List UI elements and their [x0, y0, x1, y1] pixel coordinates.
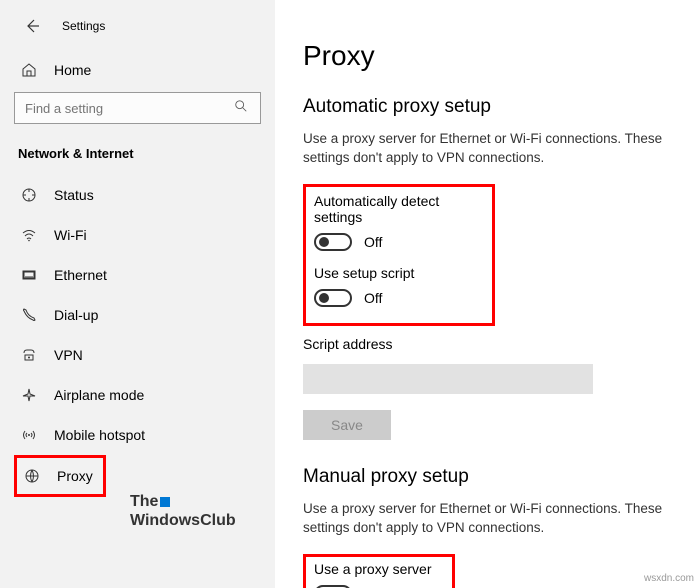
ethernet-icon	[20, 267, 38, 283]
wifi-icon	[20, 227, 38, 243]
sidebar-item-dialup[interactable]: Dial-up	[0, 295, 275, 335]
sidebar-item-label: Dial-up	[54, 307, 98, 323]
sidebar-item-label: VPN	[54, 347, 83, 363]
app-title: Settings	[62, 19, 105, 33]
use-proxy-label: Use a proxy server	[314, 561, 444, 577]
globe-icon	[23, 468, 41, 484]
sidebar-item-label: Status	[54, 187, 94, 203]
status-icon	[20, 187, 38, 203]
nav-home[interactable]: Home	[0, 52, 275, 88]
hotspot-icon	[20, 427, 38, 443]
sidebar-item-label: Proxy	[57, 468, 93, 484]
sidebar-item-airplane[interactable]: Airplane mode	[0, 375, 275, 415]
sidebar-item-label: Ethernet	[54, 267, 107, 283]
use-proxy-toggle[interactable]	[314, 585, 352, 588]
sidebar-item-ethernet[interactable]: Ethernet	[0, 255, 275, 295]
watermark: The WindowsClub	[130, 493, 236, 530]
section-manual-heading: Manual proxy setup	[303, 466, 700, 488]
vpn-icon	[20, 347, 38, 363]
sidebar-item-hotspot[interactable]: Mobile hotspot	[0, 415, 275, 455]
search-icon	[234, 99, 250, 118]
watermark-line2: WindowsClub	[130, 512, 236, 530]
sidebar-item-label: Airplane mode	[54, 387, 144, 403]
watermark-line1: The	[130, 493, 158, 510]
section-auto-desc: Use a proxy server for Ethernet or Wi-Fi…	[303, 130, 700, 168]
manual-settings-highlight: Use a proxy server Off	[303, 554, 455, 588]
section-auto-heading: Automatic proxy setup	[303, 96, 700, 118]
toggle-knob	[319, 293, 329, 303]
detect-state: Off	[364, 234, 382, 250]
back-button[interactable]	[20, 14, 44, 38]
search-input[interactable]	[25, 101, 234, 116]
script-toggle[interactable]	[314, 289, 352, 307]
category-title: Network & Internet	[0, 142, 275, 175]
detect-label: Automatically detect settings	[314, 193, 484, 225]
content-pane: Proxy Automatic proxy setup Use a proxy …	[275, 0, 700, 588]
page-title: Proxy	[303, 40, 700, 72]
sidebar-item-label: Wi-Fi	[54, 227, 87, 243]
search-wrap	[0, 88, 275, 142]
detect-toggle[interactable]	[314, 233, 352, 251]
home-icon	[20, 62, 38, 78]
sidebar-item-proxy[interactable]: Proxy	[17, 458, 103, 494]
arrow-left-icon	[24, 18, 40, 34]
toggle-knob	[319, 237, 329, 247]
save-button[interactable]: Save	[303, 410, 391, 440]
search-box[interactable]	[14, 92, 261, 124]
sidebar-item-wifi[interactable]: Wi-Fi	[0, 215, 275, 255]
script-label: Use setup script	[314, 265, 484, 281]
watermark-logo-icon	[160, 497, 170, 507]
sidebar-header: Settings	[0, 14, 275, 52]
script-state: Off	[364, 290, 382, 306]
sidebar-item-proxy-highlight: Proxy	[14, 455, 106, 497]
sidebar-item-label: Mobile hotspot	[54, 427, 145, 443]
dialup-icon	[20, 307, 38, 323]
sidebar-item-status[interactable]: Status	[0, 175, 275, 215]
airplane-icon	[20, 387, 38, 403]
script-address-label: Script address	[303, 336, 700, 352]
section-manual-desc: Use a proxy server for Ethernet or Wi-Fi…	[303, 500, 700, 538]
script-address-input[interactable]	[303, 364, 593, 394]
footer-credit: wsxdn.com	[644, 573, 694, 584]
nav-home-label: Home	[54, 62, 91, 78]
sidebar-item-vpn[interactable]: VPN	[0, 335, 275, 375]
auto-settings-highlight: Automatically detect settings Off Use se…	[303, 184, 495, 326]
